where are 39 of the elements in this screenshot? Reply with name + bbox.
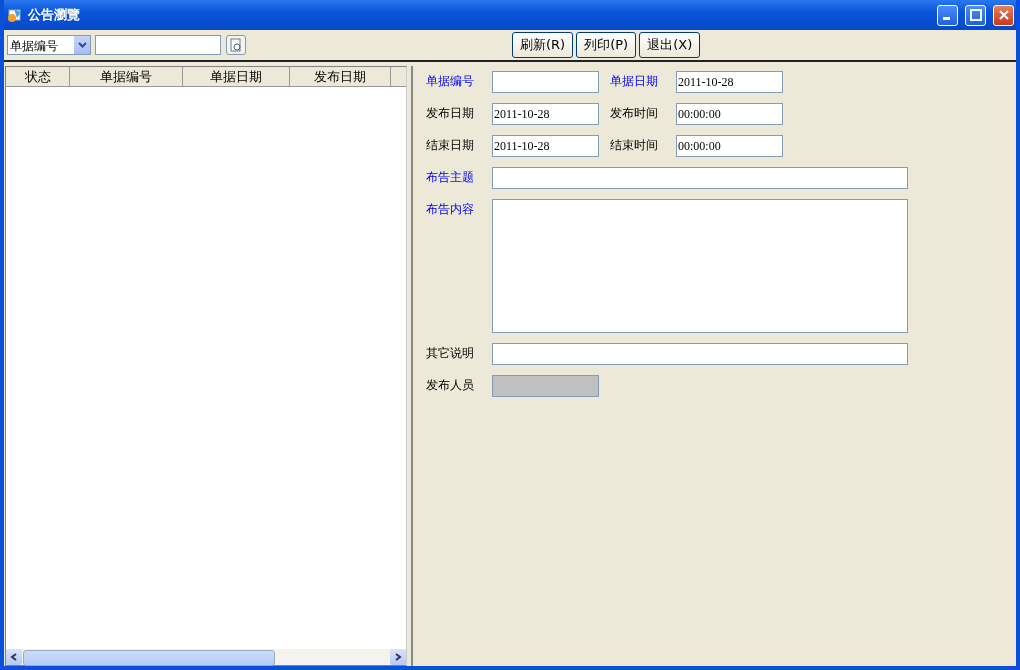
maximize-icon <box>969 9 982 21</box>
field-label: 单据日期 <box>610 73 659 90</box>
input-field[interactable]: 00:00:00 <box>676 135 783 157</box>
search-input[interactable] <box>95 35 221 55</box>
field-label: 布告内容 <box>426 201 475 218</box>
document-search-icon <box>229 38 243 52</box>
minimize-icon <box>943 17 950 20</box>
minimize-button[interactable] <box>937 4 958 26</box>
window-title: 公告瀏覽 <box>28 6 81 24</box>
app-icon <box>7 7 23 23</box>
field-label: 发布时间 <box>610 105 659 122</box>
exit-button[interactable]: 退出(X) <box>639 32 701 58</box>
refresh-button[interactable]: 刷新(R) <box>512 32 574 58</box>
field-label: 布告主题 <box>426 169 475 186</box>
input-field[interactable] <box>492 167 908 189</box>
column-header[interactable]: 单据日期 <box>183 67 290 86</box>
field-label: 单据编号 <box>426 73 475 90</box>
field-label: 结束日期 <box>426 137 475 154</box>
print-button[interactable]: 列印(P) <box>576 32 637 58</box>
column-header[interactable]: 状态 <box>6 67 70 86</box>
chevron-down-icon <box>77 42 87 48</box>
input-field[interactable]: 2011-10-28 <box>492 135 599 157</box>
field-label: 发布人员 <box>426 377 475 394</box>
close-button[interactable] <box>993 4 1014 26</box>
field-label: 结束时间 <box>610 137 659 154</box>
input-field[interactable]: 00:00:00 <box>676 103 783 125</box>
maximize-button[interactable] <box>965 4 986 26</box>
horizontal-scrollbar[interactable] <box>6 649 406 665</box>
field-label: 发布日期 <box>426 105 475 122</box>
input-field[interactable] <box>492 71 599 93</box>
close-icon <box>997 9 1010 21</box>
input-field[interactable]: 2011-10-28 <box>676 71 783 93</box>
input-field[interactable]: 2011-10-28 <box>492 103 599 125</box>
input-field[interactable] <box>492 343 908 365</box>
search-field-dropdown[interactable]: 单据编号 <box>7 35 91 55</box>
search-button[interactable] <box>226 35 246 55</box>
column-header[interactable]: 发布日期 <box>290 67 391 86</box>
column-header[interactable]: 单据编号 <box>70 67 183 86</box>
field-label: 其它说明 <box>426 345 475 362</box>
